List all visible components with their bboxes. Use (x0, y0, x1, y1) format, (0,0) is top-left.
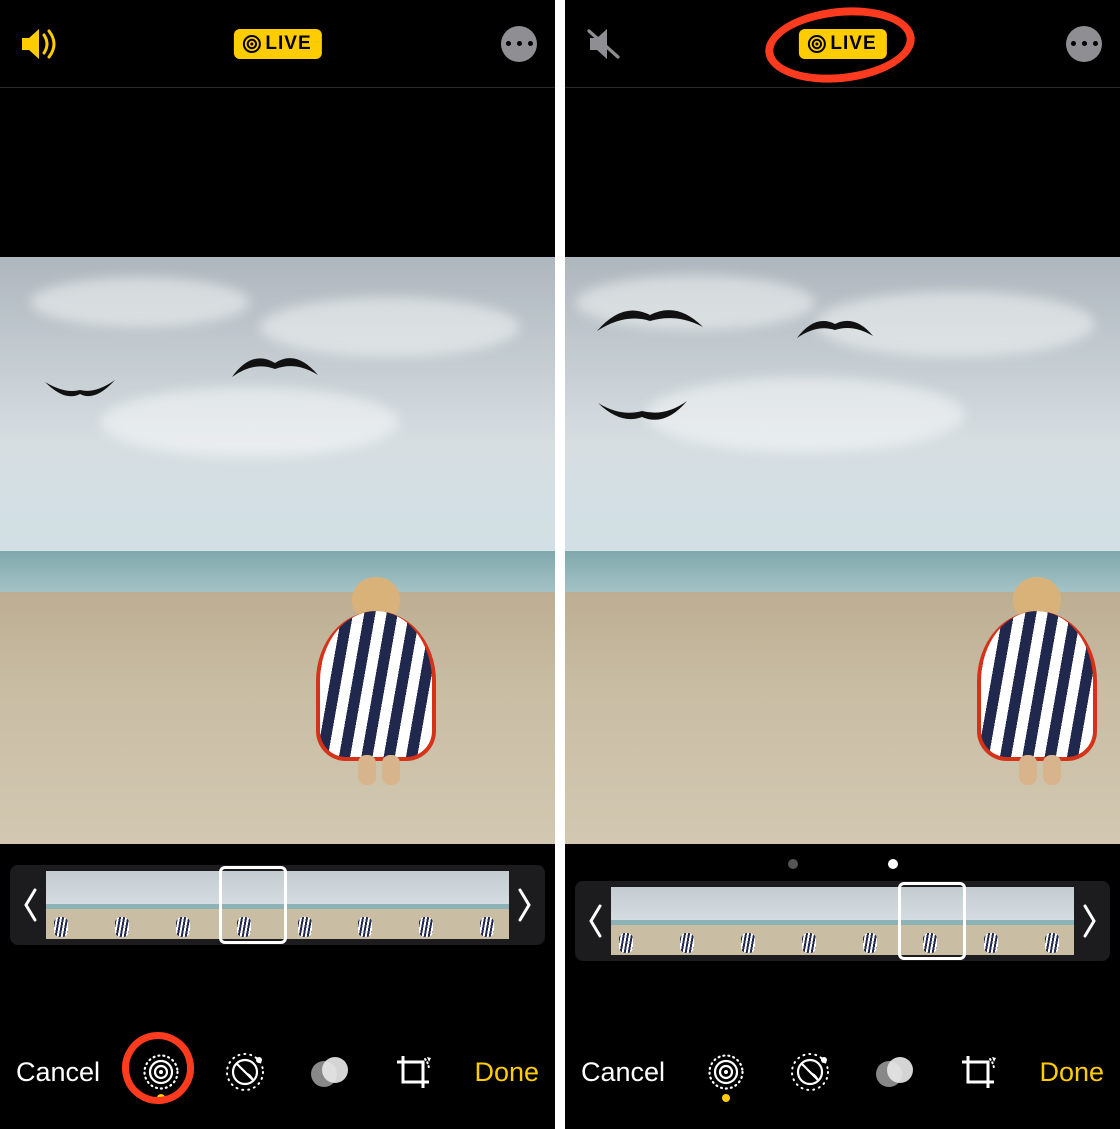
more-button[interactable] (1066, 26, 1102, 62)
frame-strip (565, 844, 1120, 961)
top-bar: LIVE (0, 0, 555, 88)
live-label: LIVE (265, 33, 311, 55)
live-photo-tool-icon[interactable] (703, 1044, 749, 1100)
bird-icon (40, 372, 120, 412)
frame-thumbnail[interactable] (669, 887, 727, 955)
frame-thumbnail[interactable] (727, 887, 785, 955)
prev-frame-icon[interactable] (579, 881, 611, 961)
frame-thumbnail[interactable] (451, 871, 509, 939)
frame-thumbnail[interactable] (785, 887, 843, 955)
frame-thumbnail[interactable] (393, 871, 451, 939)
photo-preview[interactable] (0, 257, 555, 844)
live-target-icon (241, 34, 261, 54)
bird-icon (595, 395, 690, 433)
frame-thumbnail[interactable] (335, 871, 393, 939)
live-label: LIVE (830, 33, 876, 55)
done-button[interactable]: Done (1039, 1057, 1104, 1088)
frame-thumbnail[interactable] (611, 887, 669, 955)
sound-off-icon[interactable] (583, 22, 627, 66)
live-photo-tool-icon[interactable] (138, 1044, 184, 1100)
frame-thumbnail[interactable] (843, 887, 901, 955)
strip-page-dots (575, 859, 1110, 875)
bird-icon (230, 347, 320, 383)
crop-tool-icon[interactable] (955, 1044, 1001, 1100)
frame-thumbnail[interactable] (162, 871, 220, 939)
done-button[interactable]: Done (474, 1057, 539, 1088)
adjust-tool-icon[interactable] (222, 1044, 268, 1100)
live-badge[interactable]: LIVE (798, 29, 886, 59)
photo-preview[interactable] (565, 257, 1120, 844)
more-button[interactable] (501, 26, 537, 62)
screen-right: LIVE (565, 0, 1120, 1129)
frame-thumbnail[interactable] (220, 871, 278, 939)
top-bar: LIVE (565, 0, 1120, 88)
live-badge[interactable]: LIVE (233, 29, 321, 59)
frame-thumbnail[interactable] (900, 887, 958, 955)
bird-icon (795, 312, 875, 342)
frame-strip (0, 844, 555, 945)
filters-tool-icon[interactable] (306, 1044, 352, 1100)
screen-left: LIVE (0, 0, 555, 1129)
bottom-toolbar: Cancel (565, 1033, 1120, 1129)
prev-frame-icon[interactable] (14, 865, 46, 945)
cancel-button[interactable]: Cancel (16, 1057, 100, 1088)
next-frame-icon[interactable] (1074, 881, 1106, 961)
next-frame-icon[interactable] (509, 865, 541, 945)
cancel-button[interactable]: Cancel (581, 1057, 665, 1088)
crop-tool-icon[interactable] (390, 1044, 436, 1100)
filters-tool-icon[interactable] (871, 1044, 917, 1100)
frame-thumbnail[interactable] (1016, 887, 1074, 955)
frame-thumbnail[interactable] (958, 887, 1016, 955)
adjust-tool-icon[interactable] (787, 1044, 833, 1100)
frame-thumbnail[interactable] (104, 871, 162, 939)
sound-on-icon[interactable] (18, 22, 62, 66)
bottom-toolbar: Cancel (0, 1033, 555, 1129)
bird-icon (595, 297, 705, 337)
child-figure (352, 577, 436, 761)
frame-thumbnail[interactable] (278, 871, 336, 939)
child-figure (1013, 577, 1097, 761)
frame-thumbnail[interactable] (46, 871, 104, 939)
live-target-icon (806, 34, 826, 54)
